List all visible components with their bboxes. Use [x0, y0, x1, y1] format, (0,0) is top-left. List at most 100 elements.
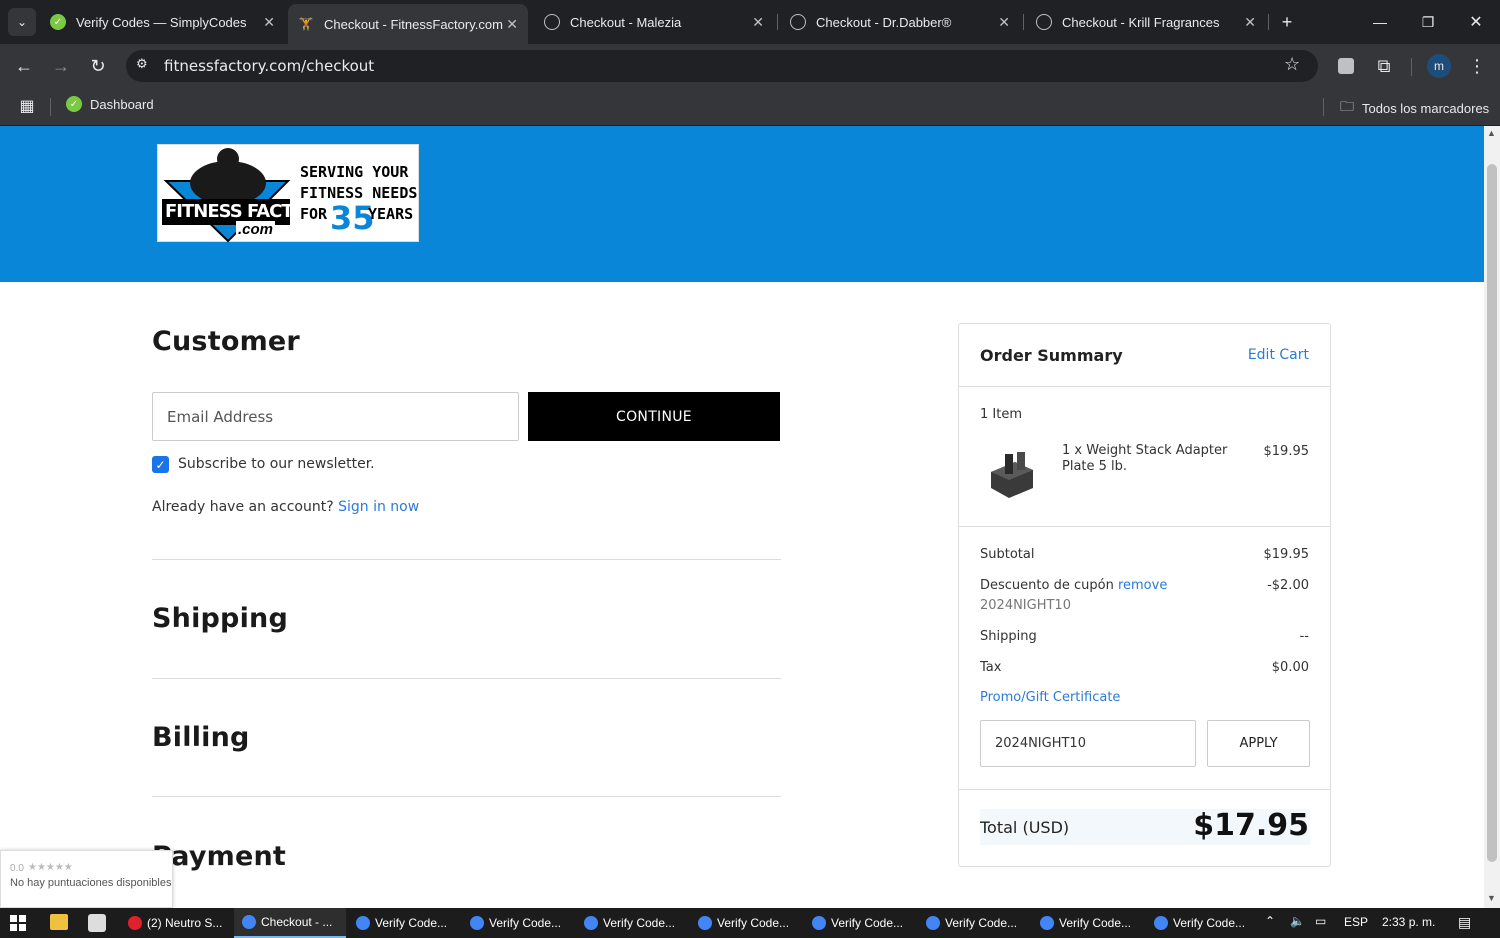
taskbar-item[interactable]: Verify Code...: [462, 908, 574, 938]
taskbar-item[interactable]: Checkout - ...: [234, 908, 346, 938]
discount-value: -$2.00: [1267, 578, 1309, 593]
taskbar-item[interactable]: (2) Neutro S...: [120, 908, 232, 938]
windows-start-icon[interactable]: [10, 915, 26, 931]
shipping-value: --: [1299, 629, 1309, 644]
chrome-icon: [812, 916, 826, 930]
extensions-puzzle-icon[interactable]: ⧉: [1370, 52, 1398, 80]
apply-button[interactable]: APPLY: [1207, 720, 1310, 767]
continue-button[interactable]: CONTINUE: [528, 392, 780, 441]
bookmark-dashboard[interactable]: ✓ Dashboard: [66, 96, 154, 112]
file-explorer-icon[interactable]: [50, 914, 68, 930]
tab-fitnessfactory[interactable]: 🏋 Checkout - FitnessFactory.com ✕: [288, 4, 528, 44]
bookmark-label: Dashboard: [90, 96, 154, 112]
chrome-icon: [584, 916, 598, 930]
menu-dots-icon[interactable]: ⋮: [1463, 52, 1491, 80]
chrome-icon: [356, 916, 370, 930]
edit-cart-link[interactable]: Edit Cart: [1248, 347, 1309, 363]
rating-widget[interactable]: 0.0 ★★★★★ No hay puntuaciones disponible…: [0, 850, 173, 908]
close-icon[interactable]: ✕: [998, 14, 1010, 31]
extension-simplycodes-icon[interactable]: [1332, 52, 1360, 80]
promo-toggle-link[interactable]: Promo/Gift Certificate: [980, 690, 1120, 705]
tab-search-icon[interactable]: ⌄: [8, 8, 36, 36]
folder-icon: 🗀: [1340, 98, 1354, 114]
clock[interactable]: 2:33 p. m.: [1382, 915, 1435, 929]
page-content: FITNESS FACTORY .com SERVING YOUR FITNES…: [0, 126, 1484, 908]
tab-simplycodes[interactable]: ✓ Verify Codes — SimplyCodes ✕: [40, 6, 285, 38]
back-icon[interactable]: ←: [10, 52, 38, 80]
taskbar-item[interactable]: Verify Code...: [1032, 908, 1144, 938]
volume-icon[interactable]: 🔈: [1290, 914, 1305, 928]
scroll-down-icon[interactable]: ▼: [1487, 893, 1496, 903]
subtotal-label: Subtotal: [980, 547, 1035, 562]
apps-grid-icon[interactable]: ▦: [13, 92, 41, 120]
notifications-icon[interactable]: ▤: [1458, 914, 1471, 931]
close-icon[interactable]: ✕: [752, 14, 764, 31]
taskbar-item[interactable]: Verify Code...: [918, 908, 1030, 938]
chrome-icon: [470, 916, 484, 930]
taskbar-item-label: (2) Neutro S...: [147, 916, 223, 930]
close-window-icon[interactable]: ✕: [1462, 8, 1490, 36]
account-prompt: Already have an account? Sign in now: [152, 499, 419, 515]
tab-krill[interactable]: Checkout - Krill Fragrances ✕: [1026, 6, 1266, 38]
remove-coupon-link[interactable]: remove: [1118, 578, 1167, 593]
scroll-up-icon[interactable]: ▲: [1487, 128, 1496, 138]
address-bar[interactable]: ⚙ fitnessfactory.com/checkout ☆: [126, 50, 1318, 82]
simplycodes-icon: ✓: [66, 96, 82, 112]
taskbar-item-label: Verify Code...: [945, 916, 1018, 930]
chrome-icon: [1154, 916, 1168, 930]
fitnessfactory-icon: 🏋: [298, 17, 314, 31]
store-icon[interactable]: [88, 914, 106, 932]
billing-heading[interactable]: Billing: [152, 722, 250, 753]
bookmark-star-icon[interactable]: ☆: [1284, 54, 1300, 75]
item-count: 1 Item: [980, 407, 1022, 422]
product-thumbnail[interactable]: [985, 448, 1041, 500]
network-icon[interactable]: ▭: [1315, 914, 1326, 928]
all-bookmarks-label: Todos los marcadores: [1362, 100, 1490, 116]
opera-icon: [128, 916, 142, 930]
tray-chevron-icon[interactable]: ⌃: [1265, 914, 1275, 928]
discount-label-text: Descuento de cupón: [980, 578, 1114, 593]
taskbar-item[interactable]: Verify Code...: [804, 908, 916, 938]
promo-code-input[interactable]: 2024NIGHT10: [980, 720, 1196, 767]
taskbar-item[interactable]: Verify Code...: [1146, 908, 1258, 938]
tab-title: Checkout - Krill Fragrances: [1062, 14, 1220, 30]
windows-taskbar: (2) Neutro S... Checkout - ... Verify Co…: [0, 908, 1500, 938]
taskbar-item-label: Verify Code...: [1059, 916, 1132, 930]
fitnessfactory-logo[interactable]: FITNESS FACTORY .com SERVING YOUR FITNES…: [157, 144, 419, 243]
email-input[interactable]: Email Address: [152, 392, 519, 441]
close-icon[interactable]: ✕: [263, 14, 275, 31]
taskbar-item[interactable]: Verify Code...: [690, 908, 802, 938]
language-indicator[interactable]: ESP: [1344, 915, 1368, 929]
account-prompt-text: Already have an account?: [152, 499, 334, 515]
shipping-heading[interactable]: Shipping: [152, 603, 288, 634]
close-icon[interactable]: ✕: [506, 16, 518, 33]
restore-icon[interactable]: ❐: [1414, 8, 1442, 36]
sign-in-link[interactable]: Sign in now: [338, 499, 419, 515]
tab-title: Verify Codes — SimplyCodes: [76, 14, 247, 30]
tab-title: Checkout - Malezia: [570, 14, 682, 30]
chrome-icon: [926, 916, 940, 930]
taskbar-item-label: Verify Code...: [489, 916, 562, 930]
scrollbar-thumb[interactable]: [1487, 164, 1497, 862]
tab-title: Checkout - FitnessFactory.com: [324, 16, 503, 32]
newsletter-checkbox[interactable]: ✓: [152, 456, 169, 473]
chrome-icon: [698, 916, 712, 930]
taskbar-item-label: Verify Code...: [603, 916, 676, 930]
tab-drdabber[interactable]: Checkout - Dr.Dabber® ✕: [780, 6, 1020, 38]
taskbar-item[interactable]: Verify Code...: [348, 908, 460, 938]
all-bookmarks[interactable]: 🗀 Todos los marcadores: [1340, 96, 1489, 120]
reload-icon[interactable]: ↻: [84, 52, 112, 80]
minimize-icon[interactable]: —: [1366, 8, 1394, 36]
summary-divider: [959, 789, 1330, 790]
taskbar-item[interactable]: Verify Code...: [576, 908, 688, 938]
tab-bar: ⌄ ✓ Verify Codes — SimplyCodes ✕ 🏋 Check…: [0, 0, 1500, 44]
coupon-code: 2024NIGHT10: [980, 598, 1071, 613]
profile-avatar[interactable]: m: [1427, 54, 1451, 78]
simplycodes-icon: ✓: [50, 14, 66, 30]
taskbar-item-label: Verify Code...: [831, 916, 904, 930]
site-info-icon[interactable]: ⚙: [136, 56, 148, 72]
new-tab-icon[interactable]: +: [1273, 8, 1301, 36]
close-icon[interactable]: ✕: [1244, 14, 1256, 31]
tab-malezia[interactable]: Checkout - Malezia ✕: [534, 6, 774, 38]
forward-icon[interactable]: →: [47, 52, 75, 80]
